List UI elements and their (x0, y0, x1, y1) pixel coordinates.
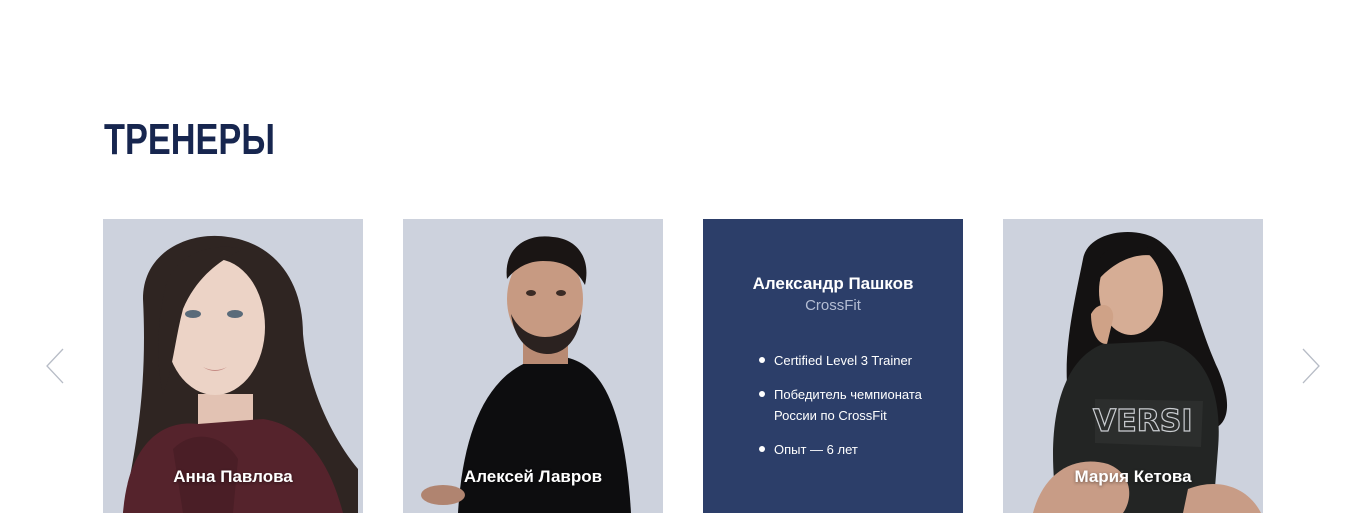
achievement-item: Certified Level 3 Trainer (759, 350, 949, 371)
trainers-section: ТРЕНЕРЫ Анна Павлова Алексей Лавров Алек… (0, 0, 1366, 513)
trainer-card[interactable]: VERSI Мария Кетова (1003, 219, 1263, 513)
trainer-achievements: Certified Level 3 Trainer Победитель чем… (759, 350, 949, 473)
trainer-name: Александр Пашков (752, 274, 914, 293)
section-title: ТРЕНЕРЫ (104, 115, 275, 164)
svg-text:VERSI: VERSI (1093, 404, 1193, 439)
trainer-card[interactable]: Анна Павлова (103, 219, 363, 513)
chevron-left-icon (46, 348, 64, 384)
trainer-card[interactable]: Алексей Лавров (403, 219, 663, 513)
achievement-item: Опыт — 6 лет (759, 439, 949, 460)
chevron-right-icon (1302, 348, 1320, 384)
trainer-name: Мария Кетова (1074, 467, 1192, 486)
achievement-item: Победитель чемпионата России по CrossFit (759, 384, 949, 426)
trainer-name: Алексей Лавров (463, 467, 603, 486)
trainer-sport: CrossFit (805, 297, 861, 314)
trainer-card-active[interactable]: Александр Пашков CrossFit Certified Leve… (703, 219, 963, 513)
carousel-next-button[interactable] (1301, 348, 1321, 384)
carousel-prev-button[interactable] (45, 348, 65, 384)
trainer-name: Анна Павлова (173, 467, 293, 486)
